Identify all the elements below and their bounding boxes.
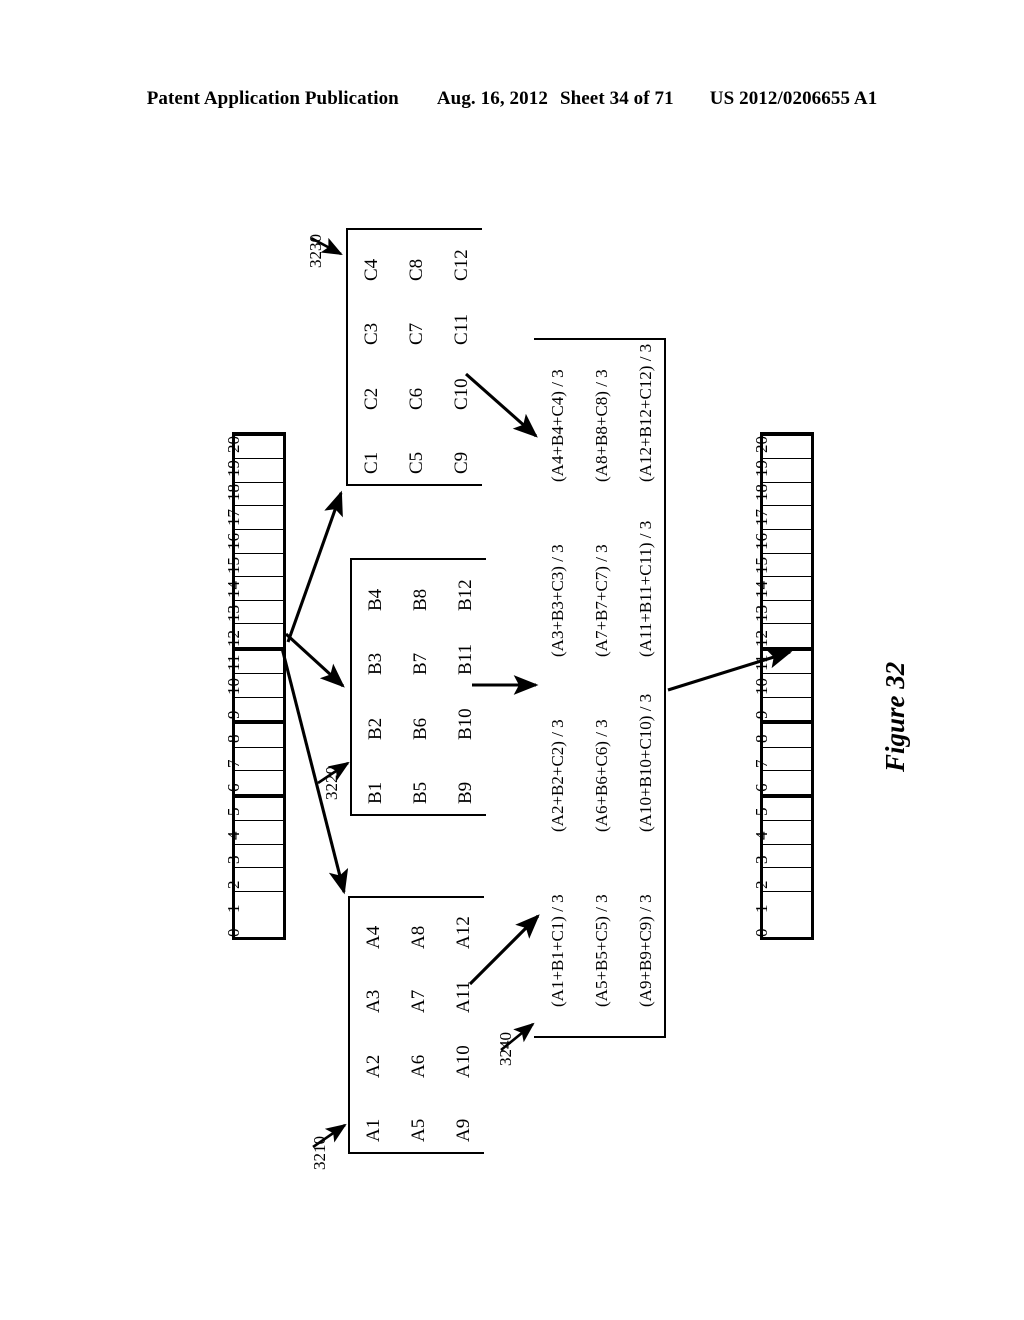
array-index-label: 17 <box>224 508 243 526</box>
array-index-label: 3 <box>224 855 243 865</box>
matrix-cell: C5 <box>405 452 427 475</box>
matrix-cell: C8 <box>405 258 427 281</box>
array-index-label: 3 <box>752 855 771 865</box>
array-index-label: 7 <box>224 759 243 768</box>
arrow-array-to-c <box>286 490 343 643</box>
matrix-cell: C10 <box>451 378 473 410</box>
matrix-cell: B7 <box>409 653 431 676</box>
matrix-cell: B12 <box>455 579 477 611</box>
array-index-label: 9 <box>752 710 771 720</box>
matrix-cell: B6 <box>409 717 431 740</box>
matrix-cell: B9 <box>455 782 477 805</box>
matrix-cell: C6 <box>405 387 427 410</box>
array-index-label: 19 <box>752 460 771 478</box>
array-index-label: 6 <box>752 783 771 792</box>
arrow-array-to-b <box>284 632 345 688</box>
array-index-label: 12 <box>752 629 771 647</box>
matrix-cell: B4 <box>364 588 386 611</box>
array-index-label: 8 <box>752 734 771 744</box>
array-index-label: 13 <box>752 605 771 623</box>
array-index-label: 11 <box>224 654 243 671</box>
matrix-cell: (A1+B1+C1) / 3 <box>548 893 568 1007</box>
matrix-cell: B2 <box>364 717 386 740</box>
array-index-label: 20 <box>752 436 771 454</box>
array-index-label: 0 <box>224 928 243 937</box>
matrix-cell: (A4+B4+C4) / 3 <box>548 368 568 482</box>
matrix-cell: A5 <box>407 1119 429 1143</box>
matrix-cell: A10 <box>453 1045 475 1078</box>
array-index-label: 1 <box>224 904 243 913</box>
matrix-cell: (A11+B11+C11) / 3 <box>636 520 656 657</box>
figure-caption: Figure 32 <box>880 661 910 772</box>
ref-label-3240: 3240 <box>496 1032 515 1066</box>
matrix-cell: (A9+B9+C9) / 3 <box>636 893 656 1007</box>
array-index-label: 20 <box>224 436 243 454</box>
array-index-label: 10 <box>224 678 243 695</box>
array-index-label: 14 <box>224 581 243 599</box>
matrix-cell: B1 <box>364 782 386 805</box>
matrix-cell: C2 <box>360 387 382 410</box>
array-index-label: 7 <box>752 759 771 768</box>
matrix-cell: (A12+B12+C12) / 3 <box>636 343 656 482</box>
array-index-label: 10 <box>752 678 771 695</box>
matrix-cell: B11 <box>455 644 477 676</box>
matrix-cell: A1 <box>362 1119 384 1143</box>
figure-32: 0 1 2 3 4 5 6 7 8 9 10 11 12 13 14 15 16 17 18 19 20 0123456… <box>0 0 1024 1320</box>
matrix-cell: A2 <box>362 1054 384 1078</box>
ref-label-3210: 3210 <box>310 1136 329 1170</box>
array-index-label: 0 <box>752 928 771 937</box>
array-index-label: 18 <box>752 484 771 502</box>
matrix-cell: B5 <box>409 782 431 805</box>
matrix-cell: (A5+B5+C5) / 3 <box>592 893 612 1007</box>
matrix-cell: (A3+B3+C3) / 3 <box>548 543 568 657</box>
matrix-cell: (A8+B8+C8) / 3 <box>592 368 612 482</box>
matrix-cell: C1 <box>360 452 382 475</box>
array-index-label: 1 <box>752 904 771 913</box>
array-index-label: 16 <box>224 532 243 550</box>
matrix-cell: C7 <box>405 323 427 346</box>
array-index-label: 2 <box>752 880 771 889</box>
matrix-cell: B8 <box>409 588 431 611</box>
array-index-label: 11 <box>752 654 771 671</box>
matrix-cell: A12 <box>453 916 475 949</box>
array-index-label: 16 <box>752 532 771 550</box>
matrix-cell: (A6+B6+C6) / 3 <box>592 718 612 832</box>
matrix-cell: C9 <box>451 452 473 475</box>
matrix-cell: A8 <box>407 925 429 949</box>
array-index-label: 5 <box>224 807 243 816</box>
array-index-label: 8 <box>224 734 243 744</box>
array-index-label: 9 <box>224 710 243 720</box>
connector-arrows <box>280 236 793 1149</box>
array-index-label: 6 <box>224 783 243 792</box>
matrix-cell: B3 <box>364 653 386 676</box>
matrix-cell: C12 <box>451 249 473 281</box>
matrix-cell: B10 <box>455 708 477 740</box>
array-index-label: 17 <box>752 508 771 526</box>
matrix-cell: A6 <box>407 1054 429 1078</box>
matrix-cell: C11 <box>451 314 473 346</box>
ref-label-3220: 3220 <box>322 766 341 800</box>
matrix-cell: (A2+B2+C2) / 3 <box>548 718 568 832</box>
array-index-label: 13 <box>224 605 243 623</box>
matrix-cell: C3 <box>360 323 382 346</box>
matrix-cell: (A7+B7+C7) / 3 <box>592 543 612 657</box>
matrix-cell: (A10+B10+C10) / 3 <box>636 693 656 832</box>
ref-label-3230: 3230 <box>306 234 325 268</box>
array-index-label: 15 <box>752 557 771 575</box>
matrix-cell: A4 <box>362 925 384 949</box>
matrix-cell: A7 <box>407 990 429 1014</box>
matrix-cell: C4 <box>360 258 382 281</box>
array-index-label: 18 <box>224 484 243 502</box>
array-index-label: 12 <box>224 629 243 647</box>
array-index-label: 2 <box>224 880 243 889</box>
array-index-label: 5 <box>752 807 771 816</box>
matrix-cell: A9 <box>453 1119 475 1143</box>
matrix-cell: A3 <box>362 990 384 1014</box>
matrix-cell: A11 <box>453 981 475 1014</box>
array-index-label: 15 <box>224 557 243 575</box>
array-index-label: 4 <box>224 831 243 841</box>
array-index-label: 19 <box>224 460 243 478</box>
array-index-label: 4 <box>752 831 771 841</box>
array-index-label: 14 <box>752 581 771 599</box>
